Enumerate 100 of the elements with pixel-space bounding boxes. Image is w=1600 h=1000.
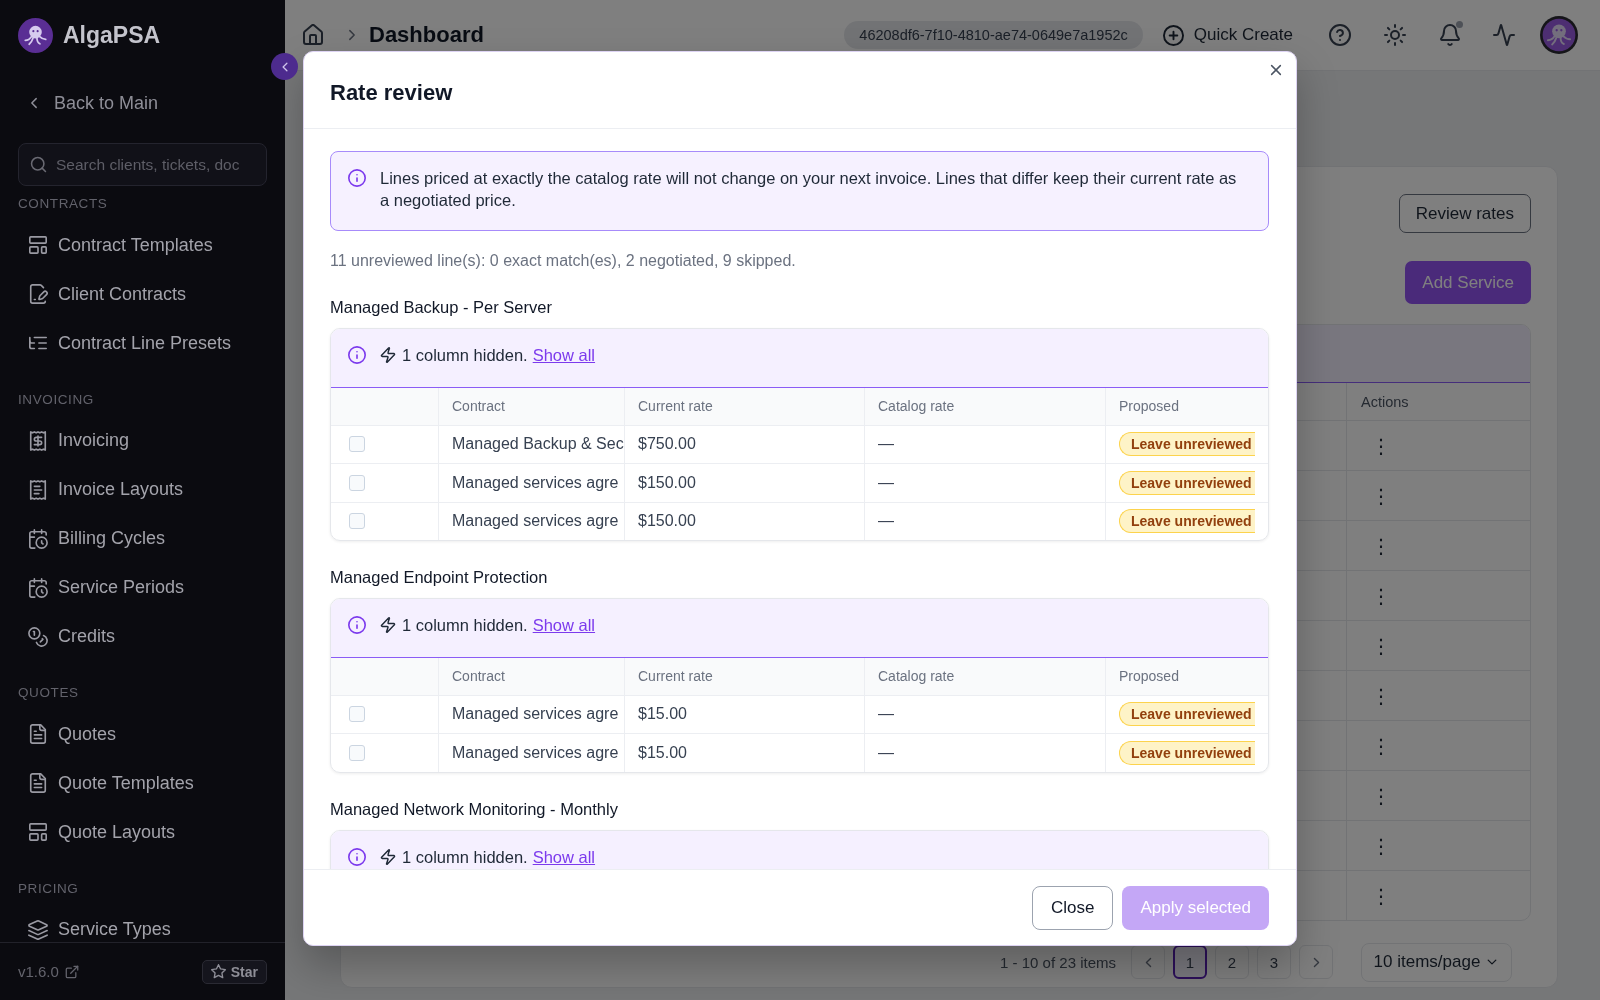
row-menu-button[interactable]: ⋮ (1369, 583, 1393, 608)
close-dialog-button[interactable]: Close (1031, 885, 1114, 930)
row-checkbox[interactable] (349, 706, 365, 723)
group-title: Managed Backup - Per Server (330, 297, 552, 317)
notice-text: Lines priced at exactly the catalog rate will not change on your next invoice. Lines that differ keep their current rate as a negotiated price. (380, 168, 1238, 211)
activity-icon[interactable] (1493, 24, 1515, 46)
info-icon (348, 847, 366, 866)
column-header: Contract (438, 387, 624, 425)
table-cell: Managed services agre (438, 734, 624, 772)
row-menu-button[interactable]: ⋮ (1369, 633, 1393, 658)
search-icon (30, 156, 47, 173)
brand-name: AlgaPSA (63, 21, 161, 50)
row-menu-button[interactable]: ⋮ (1369, 783, 1393, 808)
page-title: Dashboard (369, 22, 484, 48)
home-icon[interactable] (302, 24, 324, 46)
sun-icon[interactable] (1384, 24, 1406, 46)
sidebar-item[interactable]: Credits (0, 612, 115, 661)
lightning-icon (380, 347, 396, 363)
dialog-title: Rate review (330, 80, 453, 106)
external-link-icon (64, 964, 79, 979)
row-checkbox[interactable] (349, 513, 365, 530)
sidebar-item[interactable]: Contract Templates (0, 220, 213, 270)
row-menu-button[interactable]: ⋮ (1369, 733, 1393, 758)
page-button[interactable]: 1 (1173, 945, 1207, 979)
column-header: Actions (1346, 383, 1530, 420)
row-checkbox[interactable] (349, 744, 365, 761)
row-menu-button[interactable]: ⋮ (1369, 533, 1393, 558)
layers-icon (28, 919, 48, 940)
column-header: Current rate (624, 657, 864, 695)
table-cell: $150.00 (624, 502, 864, 540)
star-button[interactable]: Star (201, 959, 267, 984)
column-header: Proposed (1105, 387, 1268, 425)
info-icon (348, 346, 366, 364)
show-all-link[interactable]: Show all (532, 346, 596, 364)
table-cell: Managed services agre (438, 695, 624, 733)
version-link[interactable]: v1.6.0 (18, 963, 79, 980)
lightning-icon (380, 617, 396, 633)
section-label: CONTRACTS (17, 196, 108, 212)
table-cell: Managed services agre (438, 502, 624, 540)
column-header: Proposed (1105, 657, 1268, 695)
row-menu-button[interactable]: ⋮ (1369, 483, 1393, 508)
sidebar-item[interactable]: Quotes (0, 709, 117, 759)
sidebar-item[interactable]: Service Periods (0, 563, 185, 612)
help-icon[interactable] (1329, 24, 1351, 46)
search-field[interactable]: Search clients, tickets, doc (18, 143, 267, 186)
row-menu-button[interactable]: ⋮ (1369, 683, 1393, 708)
close-icon (1268, 62, 1284, 78)
hidden-columns-text: 1 column hidden. (402, 847, 528, 866)
show-all-link[interactable]: Show all (532, 847, 596, 866)
previous-page-button[interactable] (1131, 945, 1165, 979)
status-badge: Leave unreviewed (1119, 702, 1255, 727)
sidebar-item[interactable]: Billing Cycles (0, 514, 166, 563)
file-pen-icon (28, 284, 48, 304)
document-icon (28, 724, 48, 744)
lightning-icon (380, 848, 396, 865)
table-cell: — (864, 695, 1105, 733)
page-button[interactable]: 3 (1257, 945, 1291, 979)
status-badge: Leave unreviewed (1119, 432, 1255, 457)
summary-text: 11 unreviewed line(s): 0 exact match(es), 2 negotiated, 9 skipped. (330, 251, 797, 271)
sidebar-item[interactable]: Invoicing (0, 416, 130, 465)
page-button[interactable]: 2 (1215, 945, 1249, 979)
sidebar-item[interactable]: Contract Line Presets (0, 318, 232, 368)
sidebar-item[interactable]: Invoice Layouts (0, 465, 184, 514)
layout-icon (28, 235, 48, 255)
row-checkbox[interactable] (349, 474, 365, 491)
sidebar-item[interactable]: Client Contracts (0, 269, 187, 319)
receipt-dollar-icon (28, 430, 48, 451)
row-menu-button[interactable]: ⋮ (1369, 433, 1393, 458)
calendar-clock-icon (28, 577, 48, 598)
sidebar-item[interactable]: Quote Layouts (0, 807, 176, 857)
hidden-columns-text: 1 column hidden. (402, 346, 528, 364)
avatar-icon[interactable] (1540, 16, 1578, 54)
quick-create-button[interactable]: Quick Create (1162, 24, 1293, 46)
calendar-clock-icon (28, 528, 48, 549)
status-badge: Leave unreviewed (1119, 740, 1255, 765)
table-cell: — (864, 734, 1105, 772)
bell-icon[interactable] (1439, 24, 1461, 46)
sidebar-item[interactable]: Service Types (0, 905, 171, 942)
info-icon (348, 616, 366, 634)
section-label: QUOTES (17, 685, 79, 701)
review-rates-button[interactable]: Review rates (1398, 194, 1531, 233)
sidebar-item[interactable]: Quote Templates (0, 758, 194, 808)
back-link[interactable]: Back to Main (26, 83, 159, 123)
plus-circle-icon (1162, 24, 1184, 46)
coins-icon (28, 626, 48, 647)
group-title: Managed Endpoint Protection (330, 567, 548, 587)
row-checkbox[interactable] (349, 436, 365, 453)
column-header: Catalog rate (864, 657, 1105, 695)
table-cell: $15.00 (624, 734, 864, 772)
hidden-columns-text: 1 column hidden. (402, 616, 528, 634)
star-icon (210, 964, 226, 979)
section-label: INVOICING (17, 391, 94, 408)
row-menu-button[interactable]: ⋮ (1369, 883, 1393, 908)
collapse-sidebar-button[interactable] (271, 53, 298, 80)
add-service-button[interactable]: Add Service (1405, 261, 1531, 304)
page-size-select[interactable]: 10 items/page (1361, 942, 1512, 982)
show-all-link[interactable]: Show all (532, 616, 596, 634)
table-cell: Managed services agre (438, 464, 624, 502)
receipt-icon (28, 479, 48, 500)
row-menu-button[interactable]: ⋮ (1369, 833, 1393, 858)
